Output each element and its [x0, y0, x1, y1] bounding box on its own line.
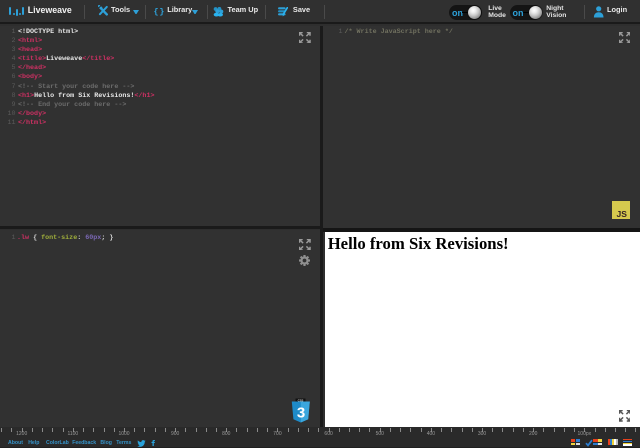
svg-text:3: 3	[297, 404, 305, 421]
